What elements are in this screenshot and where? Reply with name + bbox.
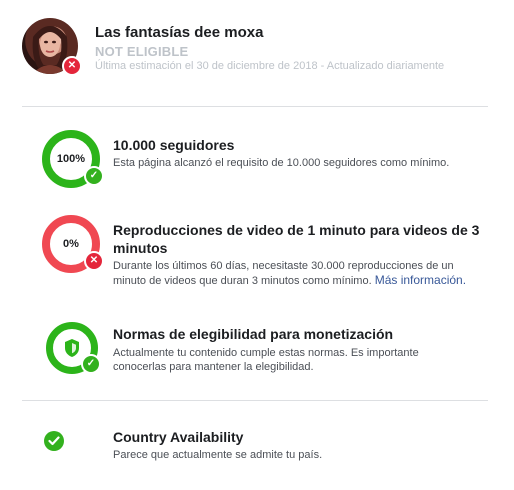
check-circle-icon: [44, 431, 64, 451]
check-icon: ✓: [81, 354, 101, 374]
progress-ring: 0% ✕: [42, 215, 104, 273]
criterion-description-line2: conocerlas para mantener la elegibilidad…: [113, 361, 314, 373]
criterion-title: Normas de elegibilidad para monetización: [113, 326, 394, 342]
divider: [22, 400, 488, 401]
criterion-video-views: 0% ✕ Reproducciones de video de 1 minuto…: [20, 215, 490, 290]
page-name: Las fantasías dee moxa: [95, 24, 264, 41]
progress-label: 0%: [63, 238, 79, 250]
criterion-description-text: minuto de videos que duran 3 minutos com…: [113, 275, 372, 287]
learn-more-link[interactable]: Más información.: [375, 273, 466, 287]
close-icon: ✕: [84, 251, 104, 271]
close-icon: ✕: [62, 56, 82, 76]
shield-icon: [65, 339, 79, 357]
check-icon: [48, 436, 60, 446]
criterion-description: Esta página alcanzó el requisito de 10.0…: [113, 157, 450, 169]
criterion-monetization-standards: ✓ Normas de elegibilidad para monetizaci…: [20, 320, 490, 380]
criterion-followers: 100% ✓ 10.000 seguidores Esta página alc…: [20, 130, 490, 190]
criterion-title-line1: Reproducciones de video de 1 minuto para…: [113, 222, 480, 238]
progress-ring: 100% ✓: [42, 130, 104, 188]
avatar-container: ✕: [22, 18, 82, 76]
eligibility-status: NOT ELIGIBLE: [95, 44, 189, 59]
criterion-country-availability: Country Availability Parece que actualme…: [20, 428, 490, 468]
page-header: ✕ Las fantasías dee moxa NOT ELIGIBLE Úl…: [20, 14, 500, 84]
criterion-title: Country Availability: [113, 429, 244, 445]
last-updated-text: Última estimación el 30 de diciembre de …: [95, 60, 445, 72]
divider: [22, 106, 488, 107]
criterion-title: 10.000 seguidores: [113, 137, 235, 153]
criterion-description-line2: minuto de videos que duran 3 minutos com…: [113, 272, 466, 290]
check-icon: ✓: [84, 166, 104, 186]
progress-ring: ✓: [46, 322, 101, 374]
criterion-title-line2: minutos: [113, 240, 168, 256]
progress-label: 100%: [56, 153, 86, 165]
criterion-description: Parece que actualmente se admite tu país…: [113, 449, 323, 461]
